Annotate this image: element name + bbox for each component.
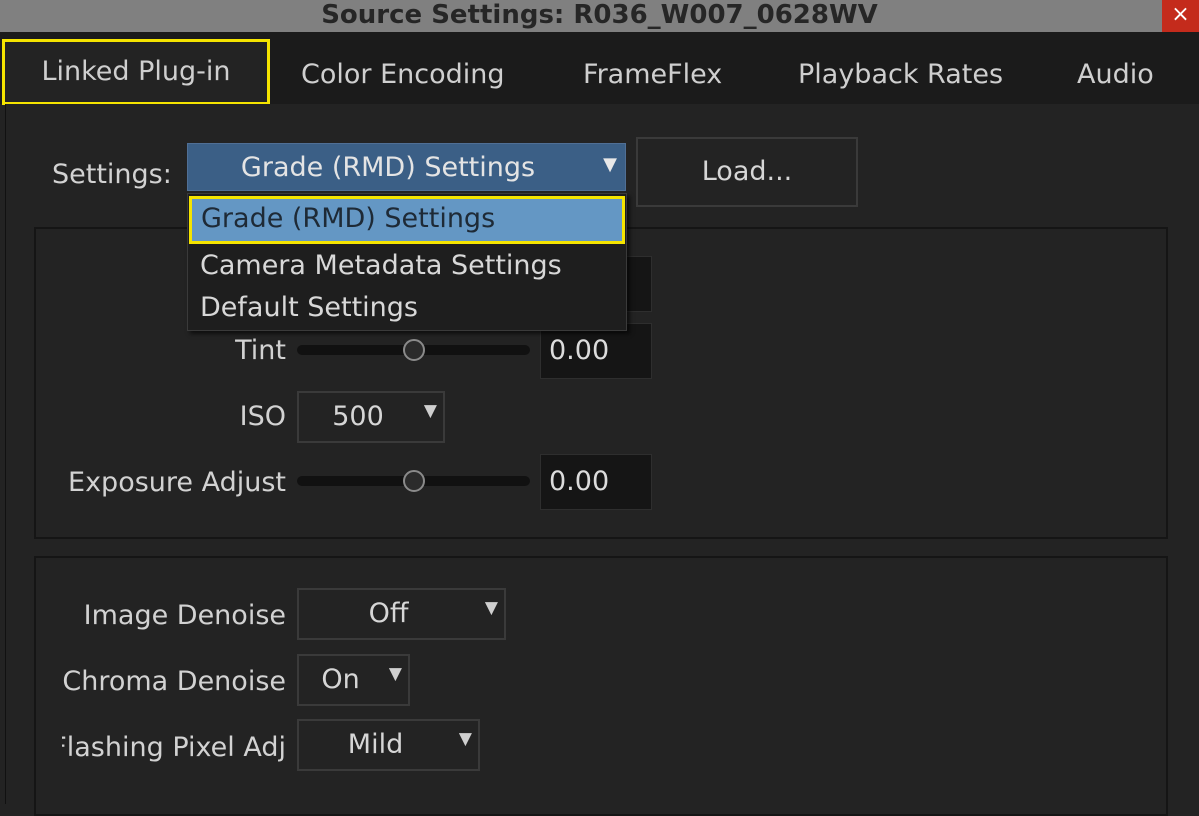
exposure-slider-handle[interactable] xyxy=(402,470,425,492)
chevron-down-icon: ▼ xyxy=(484,598,498,618)
chroma-denoise-value: On xyxy=(321,664,360,695)
chroma-denoise-select[interactable]: On ▼ xyxy=(297,654,410,706)
iso-label: ISO xyxy=(239,401,286,432)
flashing-pixel-label: Flashing Pixel Adj xyxy=(62,732,286,763)
iso-select[interactable]: 500 ▼ xyxy=(297,391,445,443)
flashing-pixel-value: Mild xyxy=(347,729,404,760)
chevron-down-icon: ▼ xyxy=(458,729,472,749)
flashing-pixel-select[interactable]: Mild ▼ xyxy=(297,719,480,771)
chroma-denoise-label-clip: Chroma Denoise xyxy=(62,664,286,700)
tab-bar: Linked Plug-in Color Encoding FrameFlex … xyxy=(0,32,1199,105)
settings-select-value: Grade (RMD) Settings xyxy=(240,152,536,183)
dropdown-option-grade[interactable]: Grade (RMD) Settings xyxy=(189,196,625,244)
tab-frameflex[interactable]: FrameFlex xyxy=(583,50,722,100)
exposure-field[interactable]: 0.00 xyxy=(540,454,652,510)
load-button[interactable]: Load... xyxy=(636,137,858,207)
tab-linked-plugin[interactable]: Linked Plug-in xyxy=(2,39,270,105)
tab-color-encoding[interactable]: Color Encoding xyxy=(301,50,505,100)
dropdown-option-default[interactable]: Default Settings xyxy=(188,288,626,332)
dropdown-option-camera-metadata[interactable]: Camera Metadata Settings xyxy=(188,246,626,290)
image-denoise-select[interactable]: Off ▼ xyxy=(297,588,506,640)
image-denoise-value: Off xyxy=(368,598,409,629)
close-button[interactable]: × xyxy=(1162,0,1199,32)
tab-audio[interactable]: Audio xyxy=(1077,50,1154,100)
flashing-pixel-label-clip: Flashing Pixel Adj xyxy=(62,730,286,766)
chroma-denoise-label: Chroma Denoise xyxy=(62,666,286,697)
close-icon: × xyxy=(1171,2,1190,27)
iso-select-value: 500 xyxy=(332,401,384,432)
exposure-adjust-label: Exposure Adjust xyxy=(68,467,286,498)
tint-label: Tint xyxy=(235,335,286,366)
settings-label: Settings: xyxy=(52,159,172,190)
window-title: Source Settings: R036_W007_0628WV xyxy=(321,0,878,30)
chevron-down-icon: ▼ xyxy=(603,154,617,175)
tint-slider-handle[interactable] xyxy=(402,339,425,361)
image-denoise-label: Image Denoise xyxy=(83,600,286,631)
tab-playback-rates[interactable]: Playback Rates xyxy=(798,50,1003,100)
settings-dropdown-list: Grade (RMD) Settings Camera Metadata Set… xyxy=(187,193,627,331)
settings-select[interactable]: Grade (RMD) Settings ▼ xyxy=(187,143,626,191)
chevron-down-icon: ▼ xyxy=(388,664,402,684)
title-bar: Source Settings: R036_W007_0628WV × xyxy=(0,0,1199,32)
chevron-down-icon: ▼ xyxy=(423,401,437,421)
